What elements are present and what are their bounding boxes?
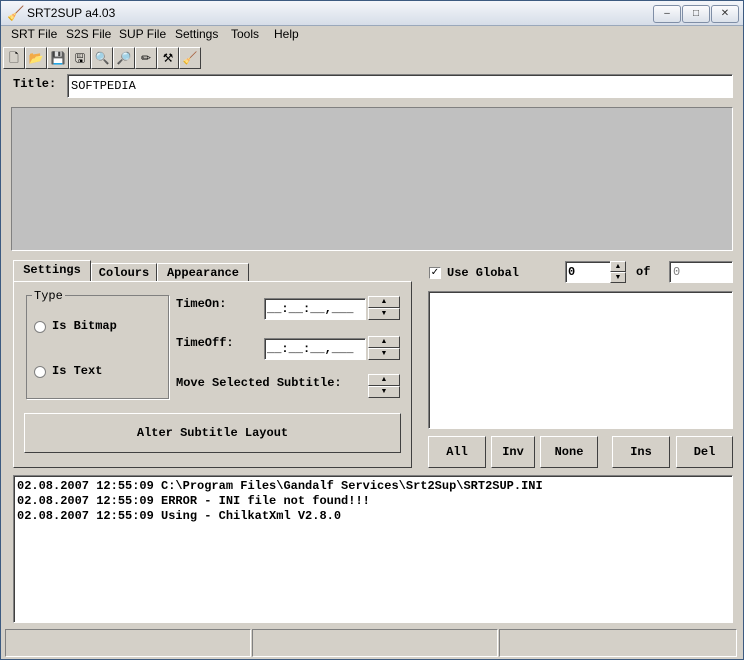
title-input[interactable]: SOFTPEDIA (67, 74, 733, 98)
select-all-button[interactable]: All (428, 436, 486, 468)
menu-help[interactable]: Help (274, 27, 299, 41)
new-file-icon[interactable]: 🗋 (3, 47, 25, 69)
maximize-button[interactable]: □ (682, 5, 710, 23)
menu-settings[interactable]: Settings (175, 27, 218, 41)
menu-sup-file[interactable]: SUP File (119, 27, 166, 41)
broom-icon[interactable]: 🧹 (179, 47, 201, 69)
alter-subtitle-layout-button[interactable]: Alter Subtitle Layout (24, 413, 401, 453)
log-line: 02.08.2007 12:55:09 C:\Program Files\Gan… (17, 479, 543, 493)
of-label: of (636, 265, 651, 279)
save-as-icon[interactable]: 🖫 (69, 47, 91, 69)
title-label: Title: (13, 77, 57, 91)
status-panel-1 (5, 629, 251, 657)
type-group-label: Type (32, 289, 65, 303)
spin-up-icon[interactable]: ▲ (610, 261, 626, 272)
subtitle-preview-area (11, 107, 733, 251)
pencil-icon[interactable]: ✏ (135, 47, 157, 69)
tab-appearance[interactable]: Appearance (157, 263, 249, 283)
insert-button[interactable]: Ins (612, 436, 670, 468)
window-title: SRT2SUP a4.03 (27, 6, 116, 20)
total-input: 0 (669, 261, 733, 283)
is-text-label: Is Text (52, 364, 103, 378)
open-folder-icon[interactable]: 📂 (25, 47, 47, 69)
tab-settings[interactable]: Settings (13, 260, 91, 282)
delete-button[interactable]: Del (676, 436, 733, 468)
spin-down-icon[interactable]: ▼ (610, 272, 626, 283)
move-subtitle-label: Move Selected Subtitle: (176, 376, 342, 390)
spin-down-icon[interactable]: ▼ (368, 348, 400, 360)
time-on-spinner[interactable]: ▲ ▼ (368, 296, 400, 320)
tab-colours[interactable]: Colours (91, 263, 157, 283)
select-none-button[interactable]: None (540, 436, 598, 468)
time-off-spinner[interactable]: ▲ ▼ (368, 336, 400, 360)
menu-srt-file[interactable]: SRT File (11, 27, 57, 41)
binoculars-icon[interactable]: 🔍 (91, 47, 113, 69)
app-icon: 🧹 (7, 5, 25, 21)
move-subtitle-spinner[interactable]: ▲ ▼ (368, 374, 400, 398)
invert-selection-button[interactable]: Inv (491, 436, 535, 468)
index-spinner[interactable]: ▲ ▼ (610, 261, 626, 283)
title-bar[interactable]: 🧹 SRT2SUP a4.03 – □ ✕ (1, 1, 743, 26)
app-window: 🧹 SRT2SUP a4.03 – □ ✕ SRT File S2S File … (0, 0, 744, 660)
spin-down-icon[interactable]: ▼ (368, 386, 400, 398)
close-button[interactable]: ✕ (711, 5, 739, 23)
hammer-icon[interactable]: ⚒ (157, 47, 179, 69)
save-icon[interactable]: 💾 (47, 47, 69, 69)
spin-up-icon[interactable]: ▲ (368, 374, 400, 386)
time-on-label: TimeOn: (176, 297, 227, 311)
spin-up-icon[interactable]: ▲ (368, 296, 400, 308)
use-global-label: Use Global (447, 266, 520, 280)
is-bitmap-label: Is Bitmap (52, 319, 117, 333)
log-line: 02.08.2007 12:55:09 Using - ChilkatXml V… (17, 509, 342, 523)
menu-bar: SRT File S2S File SUP File Settings Tool… (1, 25, 743, 43)
menu-tools[interactable]: Tools (231, 27, 259, 41)
use-global-checkbox[interactable]: ✓ (429, 267, 441, 279)
time-off-input[interactable]: __:__:__,___ (264, 338, 366, 360)
log-output[interactable]: 02.08.2007 12:55:09 C:\Program Files\Gan… (13, 475, 733, 623)
is-text-radio[interactable] (34, 366, 46, 378)
spin-down-icon[interactable]: ▼ (368, 308, 400, 320)
subtitle-list[interactable] (428, 291, 733, 429)
time-off-label: TimeOff: (176, 336, 234, 350)
status-panel-3 (499, 629, 737, 657)
spin-up-icon[interactable]: ▲ (368, 336, 400, 348)
minimize-button[interactable]: – (653, 5, 681, 23)
settings-tab-panel: Type Is Bitmap Is Text TimeOn: __:__:__,… (13, 281, 412, 468)
menu-s2s-file[interactable]: S2S File (66, 27, 111, 41)
is-bitmap-radio[interactable] (34, 321, 46, 333)
type-groupbox (26, 295, 169, 399)
status-panel-2 (252, 629, 498, 657)
time-on-input[interactable]: __:__:__,___ (264, 298, 366, 320)
log-line: 02.08.2007 12:55:09 ERROR - INI file not… (17, 494, 370, 508)
find-icon[interactable]: 🔎 (113, 47, 135, 69)
